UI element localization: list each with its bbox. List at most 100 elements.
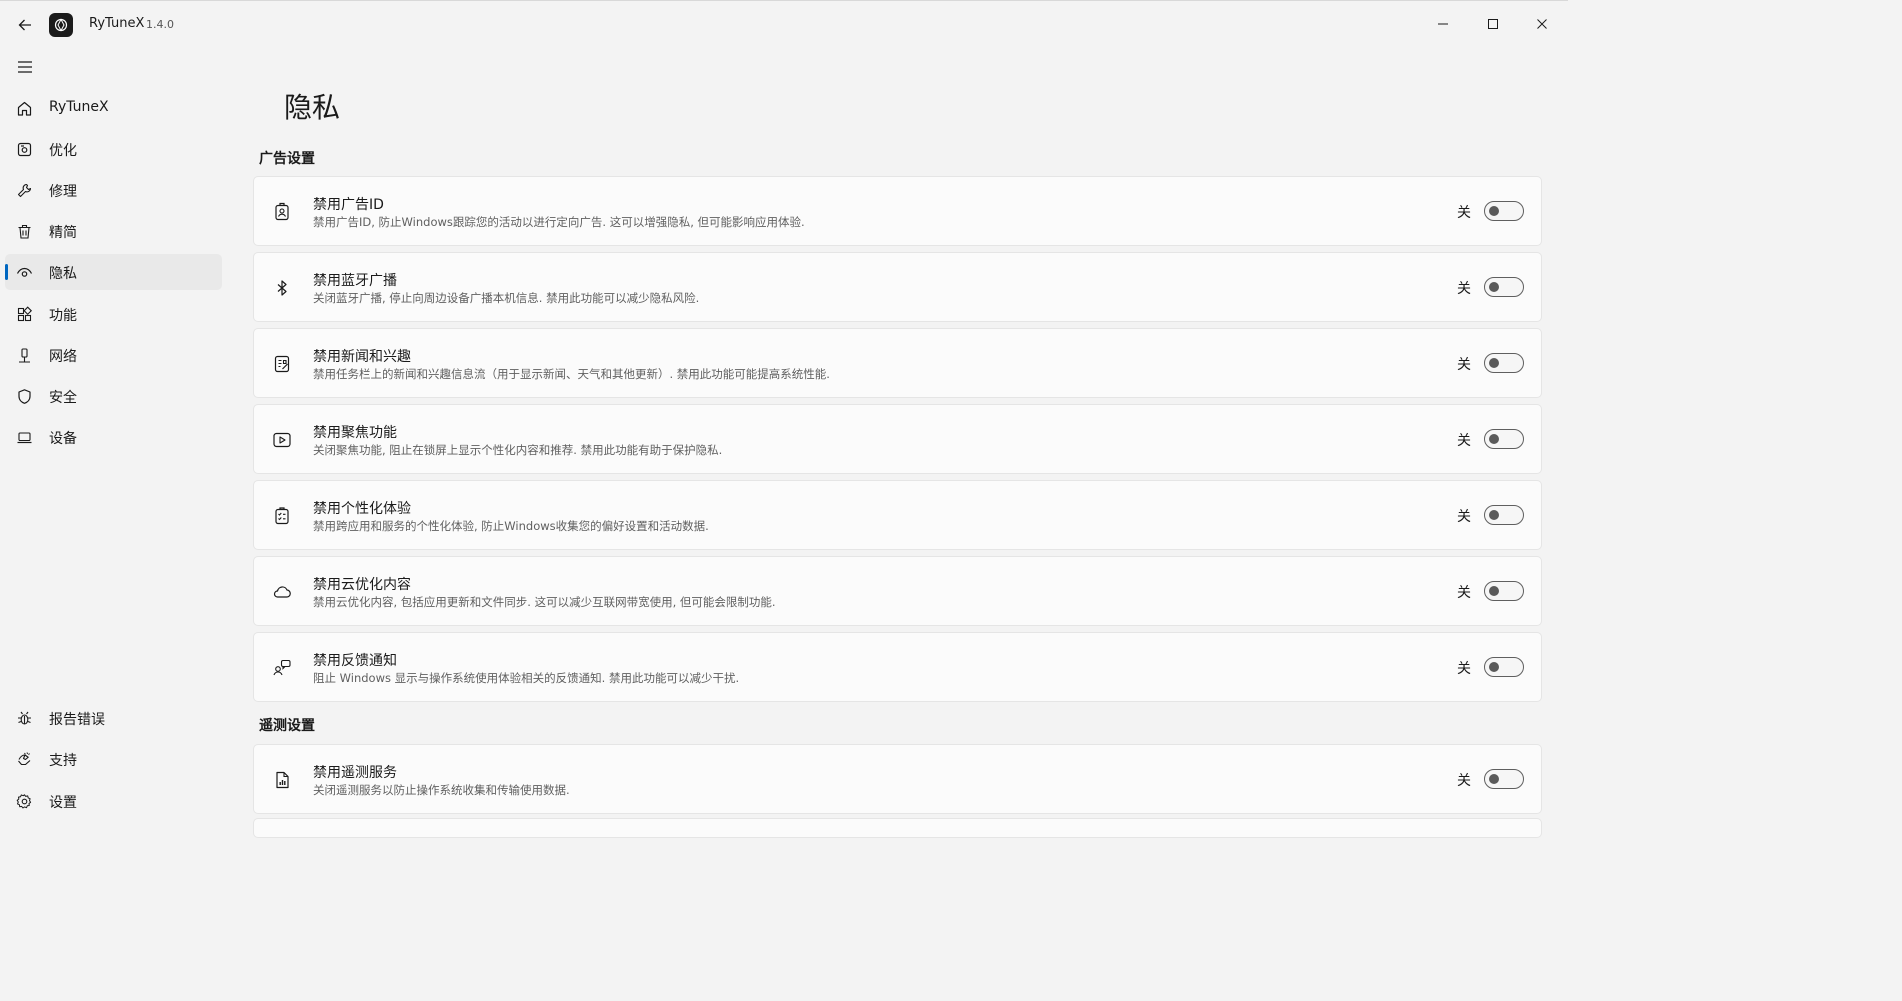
news-icon xyxy=(271,353,293,375)
minimize-icon xyxy=(1437,18,1449,30)
sidebar-item-label: 报告错误 xyxy=(49,712,105,728)
toggle-state-label: 关 xyxy=(1457,357,1471,373)
setting-description: 关闭聚焦功能, 阻止在锁屏上显示个性化内容和推荐. 禁用此功能有助于保护隐私. xyxy=(313,443,723,457)
page-title: 隐私 xyxy=(284,91,341,124)
network-icon xyxy=(15,346,33,364)
toggle-knob xyxy=(1489,586,1499,596)
shield-icon xyxy=(15,387,33,405)
toggle-knob xyxy=(1489,774,1499,784)
nav-menu-toggle[interactable] xyxy=(10,52,40,82)
sidebar-item-support[interactable]: 支持 xyxy=(5,741,222,777)
setting-card-feedback-notifications: 禁用反馈通知 阻止 Windows 显示与操作系统使用体验相关的反馈通知. 禁用… xyxy=(253,632,1542,702)
disable-news-interests-toggle[interactable] xyxy=(1484,353,1524,373)
sidebar-item-repair[interactable]: 修理 xyxy=(5,172,222,208)
minimize-button[interactable] xyxy=(1423,6,1463,42)
support-icon xyxy=(15,750,33,768)
setting-description: 关闭遥测服务以防止操作系统收集和传输使用数据. xyxy=(313,783,570,797)
play-icon xyxy=(271,429,293,451)
setting-card-telemetry-service: 禁用遥测服务 关闭遥测服务以防止操作系统收集和传输使用数据. 关 xyxy=(253,744,1542,814)
app-version: 1.4.0 xyxy=(146,18,174,31)
setting-title: 禁用云优化内容 xyxy=(313,577,411,593)
back-arrow-icon xyxy=(17,17,33,33)
toggle-knob xyxy=(1489,282,1499,292)
setting-card-personalized-experience: 禁用个性化体验 禁用跨应用和服务的个性化体验, 防止Windows收集您的偏好设… xyxy=(253,480,1542,550)
section-title-telemetry: 遥测设置 xyxy=(259,718,315,734)
sidebar-item-features[interactable]: 功能 xyxy=(5,296,222,332)
setting-card-bluetooth-advertising: 禁用蓝牙广播 关闭蓝牙广播, 停止向周边设备广播本机信息. 禁用此功能可以减少隐… xyxy=(253,252,1542,322)
toggle-state-label: 关 xyxy=(1457,585,1471,601)
toggle-state-label: 关 xyxy=(1457,509,1471,525)
feedback-icon xyxy=(271,657,293,679)
disable-cloud-content-toggle[interactable] xyxy=(1484,581,1524,601)
sidebar-item-label: 安全 xyxy=(49,390,77,406)
close-button[interactable] xyxy=(1522,6,1562,42)
setting-title: 禁用蓝牙广播 xyxy=(313,273,397,289)
toggle-knob xyxy=(1489,206,1499,216)
sidebar-item-label: 设置 xyxy=(49,795,77,811)
sidebar-item-network[interactable]: 网络 xyxy=(5,337,222,373)
setting-card-news-interests: 禁用新闻和兴趣 禁用任务栏上的新闻和兴趣信息流（用于显示新闻、天气和其他更新）.… xyxy=(253,328,1542,398)
sidebar-item-devices[interactable]: 设备 xyxy=(5,419,222,455)
disable-spotlight-toggle[interactable] xyxy=(1484,429,1524,449)
setting-description: 禁用云优化内容, 包括应用更新和文件同步. 这可以减少互联网带宽使用, 但可能会… xyxy=(313,595,776,609)
toggle-state-label: 关 xyxy=(1457,773,1471,789)
sidebar-item-label: RyTuneX xyxy=(49,99,109,115)
trash-icon xyxy=(15,222,33,240)
apps-icon xyxy=(15,305,33,323)
maximize-icon xyxy=(1487,18,1499,30)
setting-card-spotlight: 禁用聚焦功能 关闭聚焦功能, 阻止在锁屏上显示个性化内容和推荐. 禁用此功能有助… xyxy=(253,404,1542,474)
toggle-knob xyxy=(1489,358,1499,368)
toggle-knob xyxy=(1489,434,1499,444)
setting-card-advertising-id: 禁用广告ID 禁用广告ID, 防止Windows跟踪您的活动以进行定向广告. 这… xyxy=(253,176,1542,246)
sidebar-item-label: 网络 xyxy=(49,349,77,365)
disable-advertising-id-toggle[interactable] xyxy=(1484,201,1524,221)
disable-telemetry-service-toggle[interactable] xyxy=(1484,769,1524,789)
sidebar-item-optimize[interactable]: 优化 xyxy=(5,131,222,167)
sidebar-item-report-bug[interactable]: 报告错误 xyxy=(5,700,222,736)
gear-icon xyxy=(15,792,33,810)
setting-title: 禁用聚焦功能 xyxy=(313,425,397,441)
setting-description: 禁用任务栏上的新闻和兴趣信息流（用于显示新闻、天气和其他更新）. 禁用此功能可能… xyxy=(313,367,830,381)
setting-title: 禁用广告ID xyxy=(313,197,384,213)
sidebar-item-label: 支持 xyxy=(49,753,77,769)
back-button[interactable] xyxy=(10,10,40,40)
maximize-button[interactable] xyxy=(1473,6,1513,42)
hamburger-menu-icon xyxy=(17,60,33,74)
section-title-ads: 广告设置 xyxy=(259,151,315,167)
report-icon xyxy=(271,769,293,791)
home-icon xyxy=(15,99,33,117)
toggle-state-label: 关 xyxy=(1457,661,1471,677)
sidebar-item-debloat[interactable]: 精简 xyxy=(5,213,222,249)
setting-title: 禁用反馈通知 xyxy=(313,653,397,669)
toggle-knob xyxy=(1489,662,1499,672)
setting-description: 禁用广告ID, 防止Windows跟踪您的活动以进行定向广告. 这可以增强隐私,… xyxy=(313,215,805,229)
clipboard-icon xyxy=(271,505,293,527)
sidebar-item-settings[interactable]: 设置 xyxy=(5,783,222,819)
setting-card-cloud-content: 禁用云优化内容 禁用云优化内容, 包括应用更新和文件同步. 这可以减少互联网带宽… xyxy=(253,556,1542,626)
toggle-state-label: 关 xyxy=(1457,433,1471,449)
setting-title: 禁用个性化体验 xyxy=(313,501,411,517)
toggle-state-label: 关 xyxy=(1457,281,1471,297)
sidebar-item-rytunex[interactable]: RyTuneX xyxy=(5,90,222,126)
cloud-icon xyxy=(271,581,293,603)
disable-bluetooth-advertising-toggle[interactable] xyxy=(1484,277,1524,297)
sidebar-item-label: 优化 xyxy=(49,143,77,159)
setting-description: 禁用跨应用和服务的个性化体验, 防止Windows收集您的偏好设置和活动数据. xyxy=(313,519,709,533)
sidebar-item-security[interactable]: 安全 xyxy=(5,378,222,414)
eye-icon xyxy=(15,263,33,281)
bug-icon xyxy=(15,709,33,727)
id-badge-icon xyxy=(271,201,293,223)
setting-description: 关闭蓝牙广播, 停止向周边设备广播本机信息. 禁用此功能可以减少隐私风险. xyxy=(313,291,700,305)
sidebar-item-privacy[interactable]: 隐私 xyxy=(5,254,222,290)
toggle-state-label: 关 xyxy=(1457,205,1471,221)
disable-feedback-notifications-toggle[interactable] xyxy=(1484,657,1524,677)
selection-indicator xyxy=(5,264,8,280)
sidebar-item-label: 修理 xyxy=(49,184,77,200)
setting-title: 禁用新闻和兴趣 xyxy=(313,349,411,365)
wrench-icon xyxy=(15,181,33,199)
disable-personalized-experience-toggle[interactable] xyxy=(1484,505,1524,525)
close-icon xyxy=(1536,18,1548,30)
bluetooth-icon xyxy=(271,277,293,299)
app-title: RyTuneX xyxy=(89,16,145,31)
title-bar: RyTuneX 1.4.0 xyxy=(0,0,1568,48)
